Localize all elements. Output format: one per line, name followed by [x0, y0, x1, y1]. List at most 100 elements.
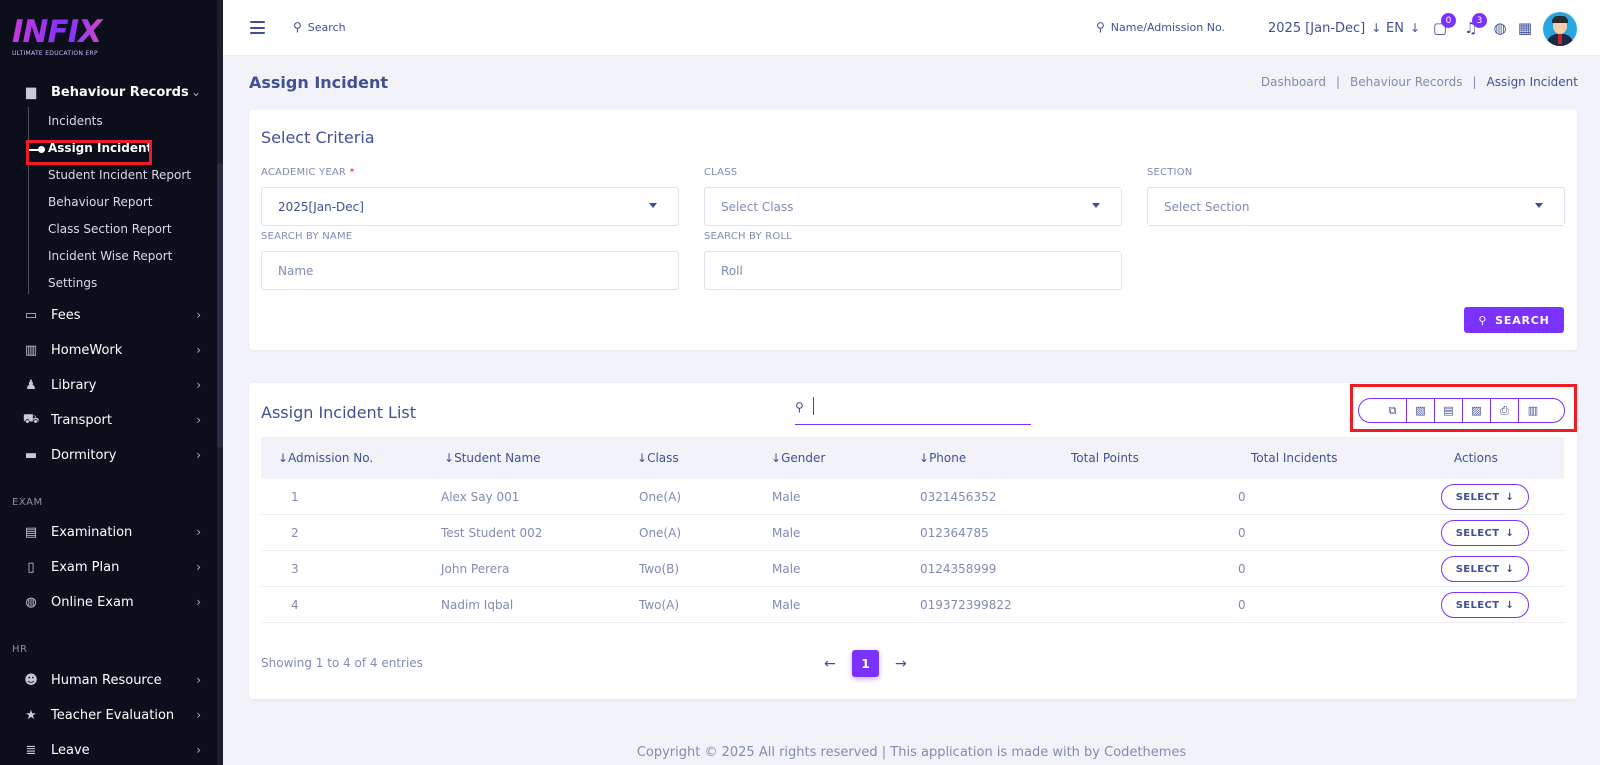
- sidebar-item-leave[interactable]: ≣ Leave ›: [0, 735, 217, 765]
- sidebar-item-label: Library: [51, 377, 97, 393]
- breadcrumb-separator: |: [1472, 75, 1477, 89]
- sidebar-item-teacher-evaluation[interactable]: ★ Teacher Evaluation ›: [0, 700, 217, 730]
- section-label: SECTION: [1147, 167, 1193, 178]
- sidebar-item-fees[interactable]: ▭ Fees ›: [0, 300, 217, 330]
- cell-admission: 2: [291, 526, 299, 540]
- breadcrumb-behaviour-records[interactable]: Behaviour Records: [1350, 75, 1462, 89]
- cell-gender: Male: [772, 598, 801, 612]
- star-icon: ★: [25, 707, 37, 723]
- chevron-right-icon: ›: [196, 708, 201, 722]
- next-page-icon[interactable]: →: [895, 656, 907, 672]
- caret-down-icon: [1092, 203, 1100, 208]
- section-heading-hr: HR: [12, 644, 28, 655]
- column-class[interactable]: ↓Class: [637, 451, 679, 465]
- sidebar-item-homework[interactable]: ▥ HomeWork ›: [0, 335, 217, 365]
- academic-year-select[interactable]: 2025[Jan-Dec]: [261, 187, 679, 226]
- avatar-tie: [1558, 34, 1562, 44]
- sidebar-subitem-settings[interactable]: Settings: [48, 276, 97, 290]
- cell-incidents: 0: [1238, 490, 1246, 504]
- sort-arrow-icon: ↓: [637, 451, 648, 465]
- highlight-box-sidebar: [26, 140, 152, 165]
- select-button[interactable]: SELECT ↓: [1441, 592, 1529, 618]
- search-button[interactable]: ⚲ SEARCH: [1464, 307, 1564, 333]
- sidebar-subitem-incident-wise-report[interactable]: Incident Wise Report: [48, 249, 172, 263]
- sidebar-scrollbar[interactable]: [217, 0, 223, 765]
- chevron-right-icon: ›: [196, 673, 201, 687]
- column-label: Class: [647, 451, 679, 465]
- bed-icon: ▬: [24, 447, 38, 463]
- sidebar-item-library[interactable]: ♟ Library ›: [0, 370, 217, 400]
- select-label: SELECT: [1455, 563, 1500, 575]
- cell-admission: 1: [291, 490, 299, 504]
- breadcrumb: Dashboard | Behaviour Records | Assign I…: [1261, 75, 1578, 89]
- chevron-right-icon: ›: [196, 448, 201, 462]
- list-search-input[interactable]: ⚲: [795, 392, 1031, 425]
- cell-class: One(A): [639, 490, 682, 504]
- arrow-down-icon: ↓: [1409, 21, 1421, 35]
- arrow-down-icon: ↓: [1505, 599, 1515, 611]
- sort-arrow-icon: ↓: [278, 451, 289, 465]
- sidebar-item-dormitory[interactable]: ▬ Dormitory ›: [0, 440, 217, 470]
- top-search[interactable]: ⚲ Search: [293, 20, 346, 34]
- select-button[interactable]: SELECT ↓: [1441, 484, 1529, 510]
- column-total-points[interactable]: Total Points: [1071, 451, 1139, 465]
- select-button[interactable]: SELECT ↓: [1441, 520, 1529, 546]
- previous-page-icon[interactable]: ←: [824, 656, 836, 672]
- section-heading-exam: EXAM: [12, 497, 43, 508]
- column-total-incidents[interactable]: Total Incidents: [1251, 451, 1337, 465]
- chevron-right-icon: ›: [196, 378, 201, 392]
- page-number-current[interactable]: 1: [852, 650, 879, 677]
- class-select[interactable]: Select Class: [704, 187, 1122, 226]
- section-placeholder: Select Section: [1164, 199, 1250, 214]
- session-select[interactable]: 2025 [Jan-Dec] ↓: [1268, 0, 1381, 56]
- sort-arrow-icon: ↓: [771, 451, 782, 465]
- sidebar-subitem-student-incident-report[interactable]: Student Incident Report: [48, 168, 191, 182]
- sidebar-scrollbar-thumb[interactable]: [217, 163, 223, 448]
- sidebar-item-online-exam[interactable]: ◍ Online Exam ›: [0, 587, 217, 617]
- column-phone[interactable]: ↓Phone: [919, 451, 966, 465]
- entries-info: Showing 1 to 4 of 4 entries: [261, 656, 423, 670]
- list-title: Assign Incident List: [261, 403, 417, 422]
- document-icon: ▯: [27, 559, 35, 575]
- sidebar-item-label: Exam Plan: [51, 559, 120, 575]
- class-placeholder: Select Class: [721, 199, 794, 214]
- name-input[interactable]: Name: [261, 251, 679, 290]
- criteria-card: [249, 110, 1577, 350]
- select-button[interactable]: SELECT ↓: [1441, 556, 1529, 582]
- cell-name: Test Student 002: [441, 526, 543, 540]
- column-gender[interactable]: ↓Gender: [771, 451, 825, 465]
- top-search-label: Search: [307, 20, 346, 34]
- sidebar-subitem-class-section-report[interactable]: Class Section Report: [48, 222, 172, 236]
- sidebar-item-exam-plan[interactable]: ▯ Exam Plan ›: [0, 552, 217, 582]
- bell-icon[interactable]: ♫ 3: [1462, 13, 1487, 37]
- chevron-right-icon: ›: [196, 308, 201, 322]
- column-admission[interactable]: ↓Admission No.: [278, 451, 373, 465]
- column-student-name[interactable]: ↓Student Name: [444, 451, 541, 465]
- table-header: ↓Admission No. ↓Student Name ↓Class ↓Gen…: [261, 437, 1564, 479]
- language-select[interactable]: EN ↓: [1386, 0, 1420, 56]
- sidebar-item-transport[interactable]: ⛟ Transport ›: [0, 405, 217, 435]
- globe-icon[interactable]: ◍: [1491, 19, 1509, 37]
- library-icon: ♟: [25, 377, 37, 393]
- map-icon: ▤: [24, 524, 38, 540]
- sidebar-item-examination[interactable]: ▤ Examination ›: [0, 517, 217, 547]
- caret-down-icon: [649, 203, 657, 208]
- sidebar-item-label: Human Resource: [51, 672, 162, 688]
- cell-class: Two(A): [639, 598, 680, 612]
- search-icon: ⚲: [293, 20, 302, 34]
- roll-input[interactable]: Roll: [704, 251, 1122, 290]
- sidebar-subitem-behaviour-report[interactable]: Behaviour Report: [48, 195, 152, 209]
- logo[interactable]: INFIX ULTIMATE EDUCATION ERP: [12, 16, 122, 60]
- breadcrumb-dashboard[interactable]: Dashboard: [1261, 75, 1326, 89]
- chart-icon[interactable]: ▦: [1516, 19, 1534, 37]
- section-select[interactable]: Select Section: [1147, 187, 1565, 226]
- sidebar-item-human-resource[interactable]: ☻ Human Resource ›: [0, 665, 217, 695]
- academic-year-label-text: ACADEMIC YEAR: [261, 167, 347, 178]
- message-icon[interactable]: ▢ 0: [1431, 13, 1456, 37]
- sidebar-subitem-incidents[interactable]: Incidents: [48, 114, 103, 128]
- menu-toggle-icon[interactable]: [250, 21, 265, 34]
- avatar[interactable]: [1543, 12, 1577, 46]
- sidebar-item-behaviour-records[interactable]: ▆ Behaviour Records ⌄: [0, 77, 217, 107]
- student-search[interactable]: ⚲ Name/Admission No.: [1096, 20, 1225, 34]
- users-icon: ☻: [24, 672, 38, 688]
